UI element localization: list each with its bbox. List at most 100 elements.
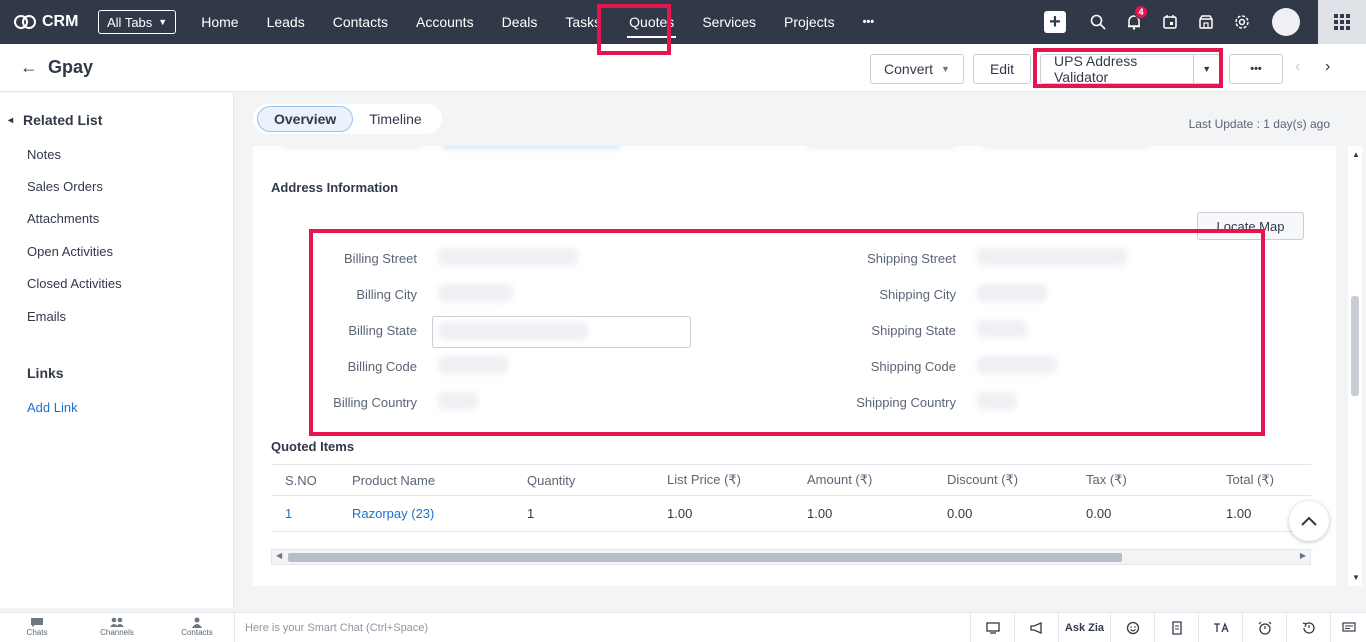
billing-country-label: Billing Country bbox=[333, 395, 417, 410]
previous-record-icon[interactable]: ‹ bbox=[1295, 58, 1300, 76]
shipping-country-label: Shipping Country bbox=[856, 395, 956, 410]
scroll-down-icon[interactable]: ▼ bbox=[1352, 573, 1360, 582]
shipping-city-value bbox=[977, 284, 1047, 302]
chevron-down-icon[interactable]: ▼ bbox=[1193, 55, 1219, 83]
sidebar-item-attachments[interactable]: Attachments bbox=[27, 211, 99, 226]
sidebar-item-notes[interactable]: Notes bbox=[27, 147, 61, 162]
notes-icon[interactable] bbox=[1154, 613, 1198, 642]
convert-button[interactable]: Convert ▼ bbox=[870, 54, 964, 84]
tab-accounts[interactable]: Accounts bbox=[402, 0, 488, 44]
channels-icon bbox=[110, 617, 124, 627]
marketplace-icon[interactable] bbox=[1188, 14, 1224, 30]
sidebar-item-closed-activities[interactable]: Closed Activities bbox=[27, 276, 122, 291]
module-tabs: Home Leads Contacts Accounts Deals Tasks… bbox=[187, 0, 888, 44]
address-section-title: Address Information bbox=[271, 180, 399, 195]
contacts-label: Contacts bbox=[181, 628, 213, 637]
app-grid-icon[interactable] bbox=[1318, 0, 1366, 44]
scrollbar-thumb[interactable] bbox=[288, 553, 1122, 562]
next-record-icon[interactable]: › bbox=[1325, 58, 1330, 76]
cell-product-name[interactable]: Razorpay (23) bbox=[338, 495, 513, 532]
tab-quotes[interactable]: Quotes bbox=[615, 0, 688, 44]
horizontal-scrollbar[interactable]: ◀ ▶ bbox=[271, 549, 1311, 565]
user-avatar[interactable] bbox=[1272, 8, 1300, 36]
tab-timeline[interactable]: Timeline bbox=[353, 106, 437, 132]
cell-sno[interactable]: 1 bbox=[271, 495, 338, 532]
tab-home[interactable]: Home bbox=[187, 0, 252, 44]
column-header: Tax (₹) bbox=[1072, 464, 1212, 496]
all-tabs-dropdown[interactable]: All Tabs ▼ bbox=[98, 10, 177, 34]
convert-label: Convert bbox=[884, 61, 934, 77]
add-link[interactable]: Add Link bbox=[27, 400, 78, 415]
shipping-state-label: Shipping State bbox=[871, 323, 956, 338]
tab-overview[interactable]: Overview bbox=[257, 106, 354, 132]
more-actions-button[interactable]: ••• bbox=[1229, 54, 1283, 84]
column-header: Discount (₹) bbox=[933, 464, 1072, 496]
cell-amount: 1.00 bbox=[793, 495, 933, 532]
chats-button[interactable]: Chats bbox=[7, 617, 67, 637]
scrollbar-thumb[interactable] bbox=[1351, 296, 1359, 396]
billing-country-value bbox=[438, 392, 478, 410]
locate-map-button[interactable]: Locate Map bbox=[1197, 212, 1304, 240]
billing-street-label: Billing Street bbox=[344, 251, 417, 266]
vertical-scrollbar[interactable]: ▲ ▼ bbox=[1348, 146, 1362, 586]
table-row: 1 Razorpay (23) 1 1.00 1.00 0.00 0.00 1.… bbox=[271, 495, 1311, 532]
translate-icon[interactable] bbox=[1198, 613, 1242, 642]
collapse-sidebar-icon[interactable]: ◂ bbox=[8, 115, 13, 126]
ups-label: UPS Address Validator bbox=[1054, 53, 1138, 85]
create-plus-icon[interactable]: + bbox=[1044, 11, 1066, 33]
all-tabs-label: All Tabs bbox=[107, 14, 153, 30]
megaphone-icon[interactable] bbox=[1014, 613, 1058, 642]
shipping-code-value bbox=[977, 356, 1057, 374]
scroll-up-icon[interactable]: ▲ bbox=[1352, 150, 1360, 159]
feedback-icon[interactable] bbox=[1330, 613, 1366, 642]
tab-services[interactable]: Services bbox=[688, 0, 770, 44]
tab-tasks[interactable]: Tasks bbox=[551, 0, 615, 44]
tab-projects[interactable]: Projects bbox=[770, 0, 849, 44]
scroll-left-icon[interactable]: ◀ bbox=[276, 551, 282, 560]
sidebar-item-sales-orders[interactable]: Sales Orders bbox=[27, 179, 103, 194]
search-icon[interactable] bbox=[1080, 14, 1116, 30]
calendar-icon[interactable] bbox=[1152, 14, 1188, 30]
billing-code-value bbox=[438, 356, 508, 374]
sidebar-item-emails[interactable]: Emails bbox=[27, 309, 66, 324]
billing-city-value bbox=[438, 284, 513, 302]
channels-button[interactable]: Channels bbox=[87, 617, 147, 637]
crm-logo[interactable]: CRM bbox=[14, 13, 90, 31]
related-list-header[interactable]: ◂ Related List bbox=[8, 112, 102, 128]
nav-actions: + 4 bbox=[1044, 0, 1366, 44]
sidebar-item-open-activities[interactable]: Open Activities bbox=[27, 244, 113, 259]
chat-icon bbox=[31, 618, 43, 627]
scroll-right-icon[interactable]: ▶ bbox=[1300, 551, 1306, 560]
billing-state-label: Billing State bbox=[348, 323, 417, 338]
blurred-value bbox=[981, 146, 1151, 149]
ask-zia-button[interactable]: Ask Zia bbox=[1058, 613, 1110, 642]
tab-deals[interactable]: Deals bbox=[488, 0, 552, 44]
column-header: Total (₹) bbox=[1212, 464, 1311, 496]
history-icon[interactable] bbox=[1286, 613, 1330, 642]
more-tabs-button[interactable]: ••• bbox=[849, 0, 889, 44]
cell-quantity: 1 bbox=[513, 495, 653, 532]
table-header-row: S.NO Product Name Quantity List Price (₹… bbox=[271, 464, 1311, 496]
back-arrow-icon[interactable]: ← bbox=[20, 57, 38, 78]
brand-name: CRM bbox=[42, 13, 79, 30]
chats-label: Chats bbox=[26, 628, 48, 637]
column-header: Quantity bbox=[513, 464, 653, 496]
bottom-bar: Chats Channels Contacts Here is your Sma… bbox=[0, 612, 1366, 642]
ups-address-validator-button[interactable]: UPS Address Validator ▼ bbox=[1040, 53, 1220, 85]
quoted-items-title: Quoted Items bbox=[271, 439, 355, 454]
smiley-icon[interactable] bbox=[1110, 613, 1154, 642]
tab-leads[interactable]: Leads bbox=[253, 0, 319, 44]
screen-share-icon[interactable] bbox=[970, 613, 1014, 642]
smart-chat-input[interactable]: Here is your Smart Chat (Ctrl+Space) bbox=[234, 613, 978, 642]
bell-icon[interactable]: 4 bbox=[1116, 5, 1152, 30]
scroll-to-top-button[interactable] bbox=[1289, 501, 1329, 541]
chevron-up-icon bbox=[1301, 516, 1317, 526]
column-header: Amount (₹) bbox=[793, 464, 933, 496]
shipping-state-value bbox=[977, 320, 1027, 338]
edit-button[interactable]: Edit bbox=[973, 54, 1031, 84]
shipping-code-label: Shipping Code bbox=[870, 359, 956, 374]
contacts-button[interactable]: Contacts bbox=[167, 617, 227, 637]
alarm-clock-icon[interactable] bbox=[1242, 613, 1286, 642]
tab-contacts[interactable]: Contacts bbox=[319, 0, 402, 44]
gear-icon[interactable] bbox=[1224, 14, 1260, 30]
